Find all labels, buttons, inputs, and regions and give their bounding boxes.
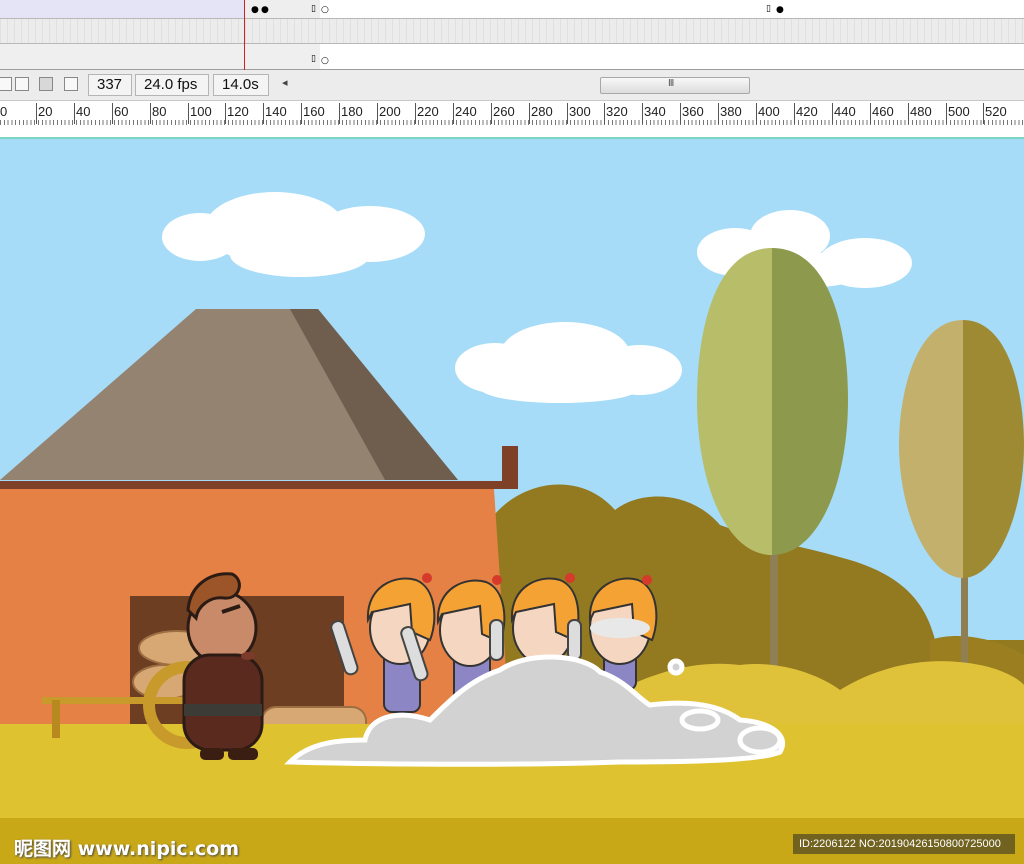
ruler-label: 80 (152, 104, 167, 119)
blank-keyframe-icon[interactable]: ○ (321, 56, 329, 66)
tree-foliage-right (963, 320, 1024, 578)
empty-frames-span (320, 0, 1024, 18)
watermark-id: ID:2206122 NO:20190426150800725000 (793, 834, 1015, 854)
roof-edge (0, 481, 518, 489)
ruler-tick (604, 103, 605, 124)
current-frame-field[interactable]: 337 (88, 74, 132, 96)
ruler-tick (529, 103, 530, 124)
ruler-tick (453, 103, 454, 124)
cloud (455, 322, 682, 403)
frame-end-icon[interactable]: ▯ (311, 4, 316, 14)
ruler-tick (415, 103, 416, 124)
ruler-tick (36, 103, 37, 124)
tree-foliage-left (899, 320, 963, 578)
ruler-tick (112, 103, 113, 124)
ruler-label: 60 (114, 104, 129, 119)
ruler-tick (377, 103, 378, 124)
timeline-layer-row-2[interactable] (0, 19, 1024, 44)
ruler-tick (301, 103, 302, 124)
tree-trunk (770, 540, 778, 680)
ruler-label: 400 (758, 104, 780, 119)
tree-foliage-left (697, 248, 772, 555)
keyframe-icon[interactable]: ● (261, 5, 269, 15)
elapsed-time-field[interactable]: 14.0s (213, 74, 269, 96)
frame-rate-field[interactable]: 24.0 fps (135, 74, 209, 96)
cloud (162, 192, 425, 277)
watermark-logo: 昵图网 www.nipic.com (14, 838, 240, 860)
ruler-label: 0 (0, 104, 8, 119)
stage-canvas[interactable] (0, 139, 1024, 864)
timeline-layer-row-1[interactable]: ● ● ▯ ○ ▯ ● (0, 0, 1024, 19)
ruler-label: 360 (682, 104, 704, 119)
ruler-label: 440 (834, 104, 856, 119)
blank-keyframe-icon[interactable]: ○ (321, 5, 329, 15)
ruler-tick (642, 103, 643, 124)
ruler-label: 280 (531, 104, 553, 119)
ruler-tick (225, 103, 226, 124)
ruler-tick (946, 103, 947, 124)
tree-foliage-right (772, 248, 848, 555)
timeline-layer-row-3[interactable]: ▯ ○ (0, 44, 1024, 70)
frame-end-icon[interactable]: ▯ (311, 54, 316, 64)
timeline-toolbar: 337 24.0 fps 14.0s ◂ III (0, 70, 1024, 101)
ruler-label: 520 (985, 104, 1007, 119)
stage-ruler: 0 20 40 60 80 100 120 140 160 180 200 220 240 260 280 3… (0, 101, 1024, 126)
ruler-tick (567, 103, 568, 124)
edit-multiple-frames-icon[interactable] (39, 77, 53, 91)
ruler-tick (680, 103, 681, 124)
modify-onion-markers-icon[interactable] (64, 77, 78, 91)
ruler-tick (870, 103, 871, 124)
ruler-tick (756, 103, 757, 124)
ruler-label: 40 (76, 104, 91, 119)
ruler-tick (908, 103, 909, 124)
ruler-label: 260 (493, 104, 515, 119)
ruler-label: 380 (720, 104, 742, 119)
ruler-tick (188, 103, 189, 124)
ruler-tick (794, 103, 795, 124)
ruler-label: 180 (341, 104, 363, 119)
ruler-tick (74, 103, 75, 124)
ruler-label: 460 (872, 104, 894, 119)
scene-artwork (0, 192, 1024, 864)
ruler-label: 220 (417, 104, 439, 119)
scroll-grip-icon[interactable]: III (668, 78, 674, 89)
frame-end-icon[interactable]: ▯ (766, 4, 771, 14)
ruler-label: 20 (38, 104, 53, 119)
keyframe-icon[interactable]: ● (776, 5, 784, 15)
ruler-tick (491, 103, 492, 124)
ruler-label: 500 (948, 104, 970, 119)
onion-skin-icon[interactable] (0, 77, 12, 91)
ruler-tick (983, 103, 984, 124)
ruler-label: 340 (644, 104, 666, 119)
selected-frame-span (0, 0, 244, 18)
ruler-tick (150, 103, 151, 124)
ruler-label: 120 (227, 104, 249, 119)
ruler-label: 300 (569, 104, 591, 119)
keyframe-icon[interactable]: ● (251, 5, 259, 15)
horizontal-scrollbar[interactable] (600, 77, 750, 94)
ruler-label: 100 (190, 104, 212, 119)
ruler-tick (718, 103, 719, 124)
ruler-label: 140 (265, 104, 287, 119)
playhead[interactable] (244, 0, 245, 74)
scroll-left-icon[interactable]: ◂ (282, 76, 288, 89)
ruler-label: 240 (455, 104, 477, 119)
ruler-tick (339, 103, 340, 124)
ruler-tick (832, 103, 833, 124)
stage-top-margin (0, 125, 1024, 139)
ruler-label: 200 (379, 104, 401, 119)
onion-outline-icon[interactable] (15, 77, 29, 91)
ruler-label: 420 (796, 104, 818, 119)
ruler-label: 160 (303, 104, 325, 119)
ruler-label: 320 (606, 104, 628, 119)
ruler-tick (263, 103, 264, 124)
empty-frames-span (320, 44, 1024, 69)
ruler-label: 480 (910, 104, 932, 119)
